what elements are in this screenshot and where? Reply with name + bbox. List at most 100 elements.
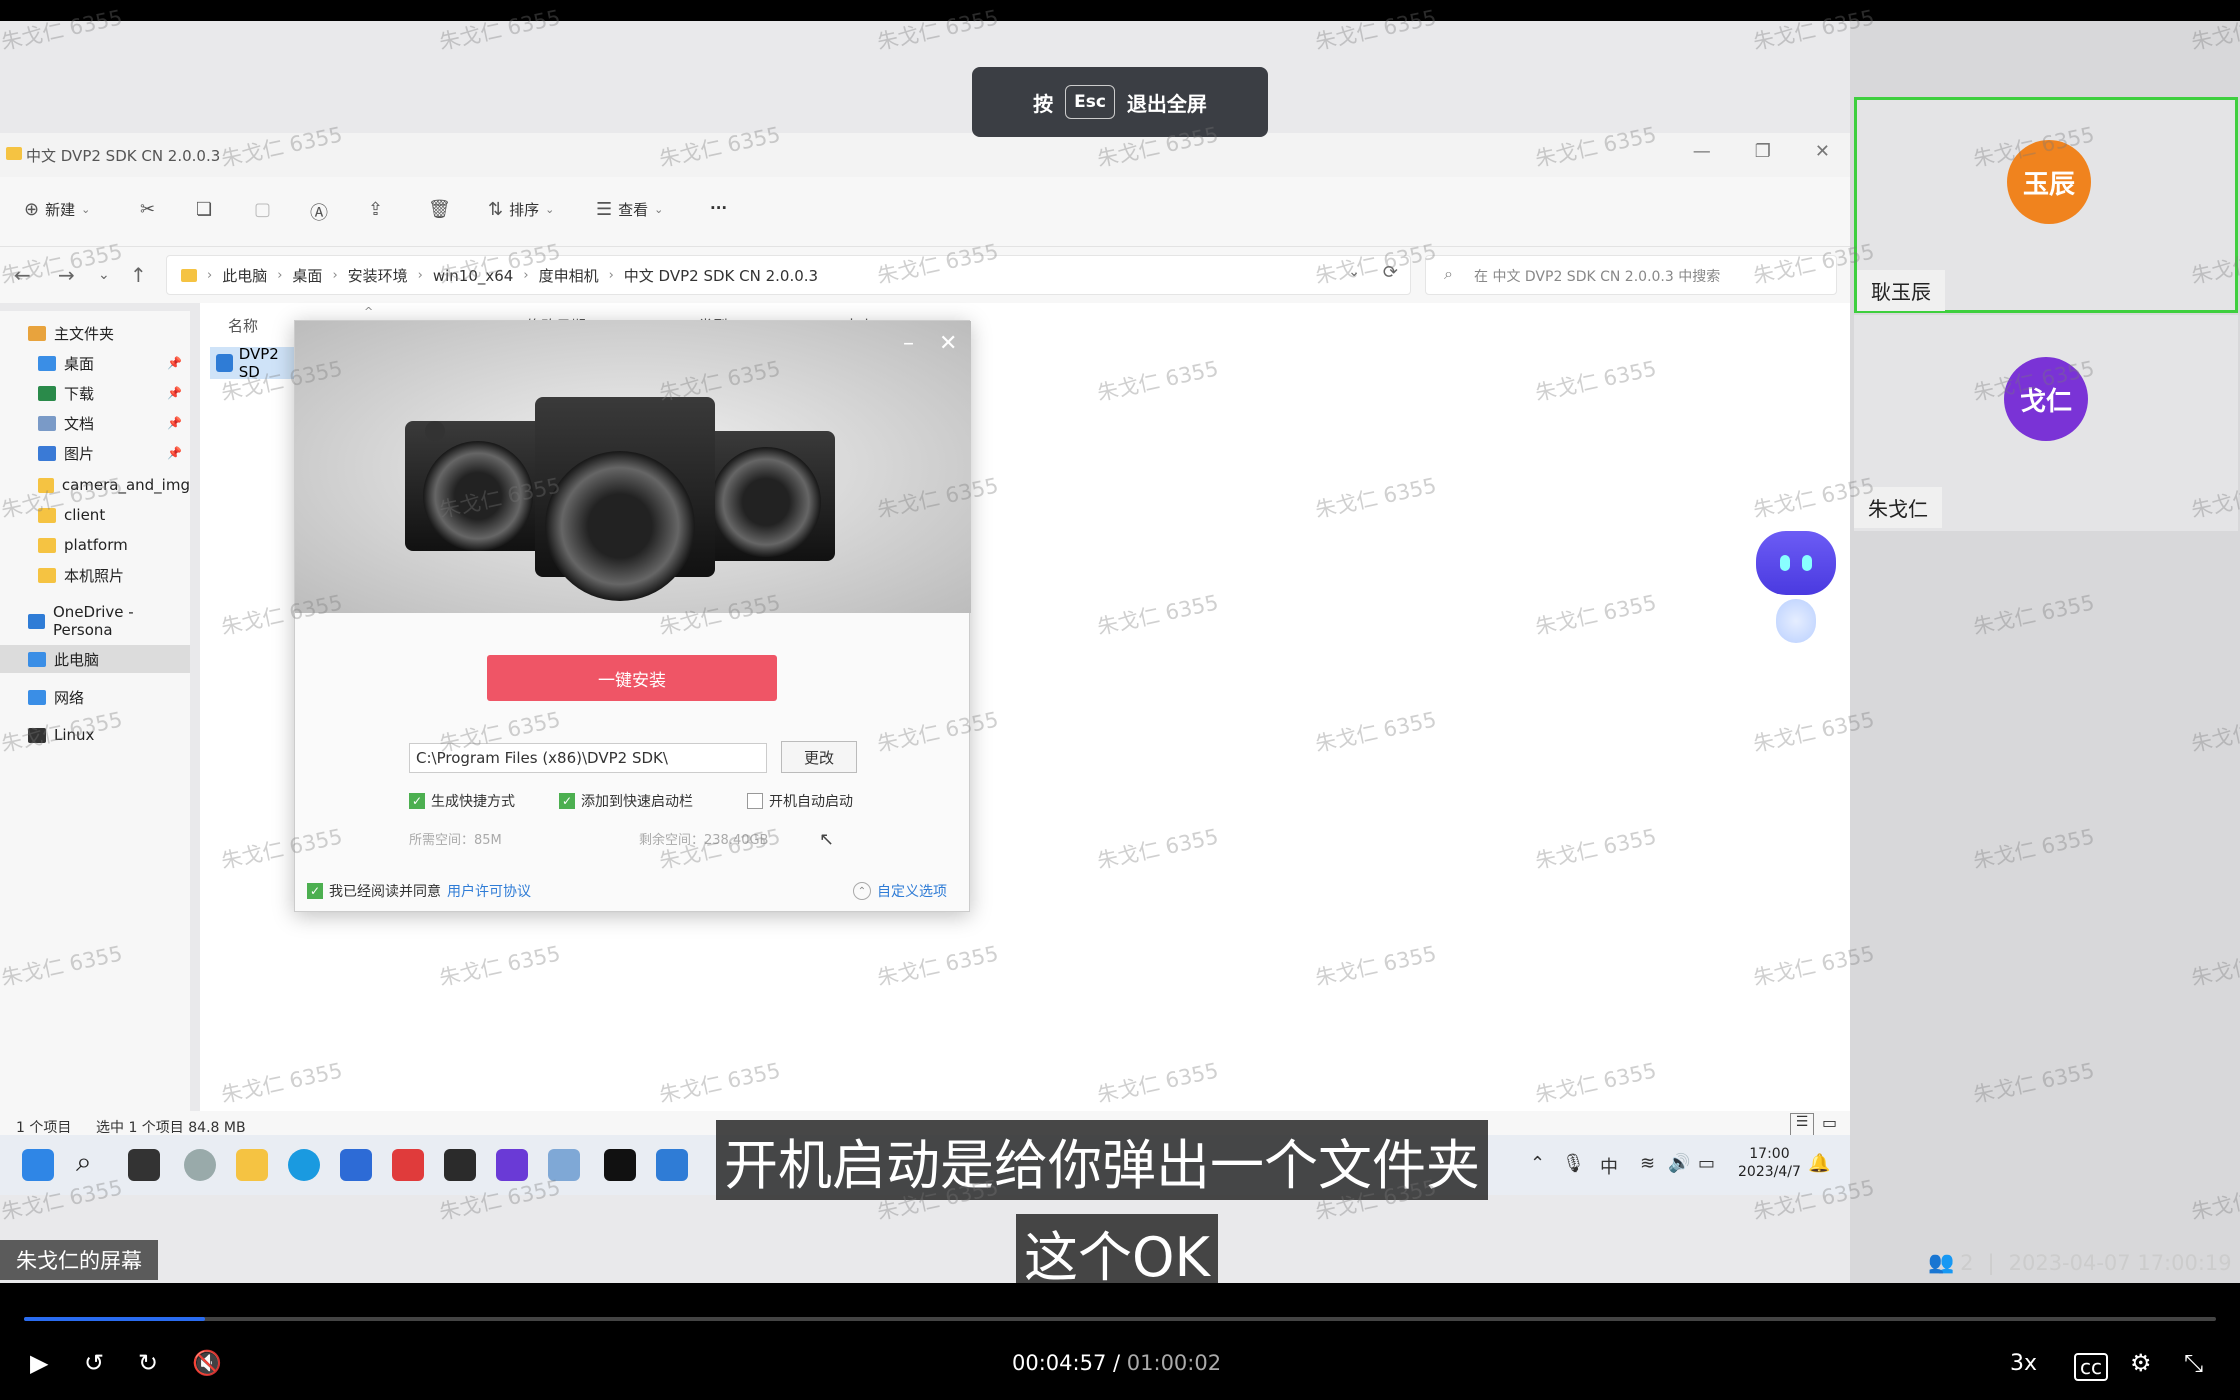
- close-icon[interactable]: ✕: [1815, 141, 1830, 162]
- forward-icon[interactable]: →: [58, 263, 75, 287]
- one-click-install-button[interactable]: 一键安装: [487, 655, 777, 701]
- item-count: 1 个项目: [16, 1120, 72, 1136]
- sidebar-item[interactable]: Linux: [0, 721, 190, 749]
- breadcrumb-item[interactable]: 桌面: [292, 265, 322, 286]
- sort-icon: ⇅: [488, 199, 504, 220]
- cut-button[interactable]: ✂: [140, 199, 155, 220]
- sidebar-item[interactable]: 主文件夹: [0, 319, 190, 347]
- clock[interactable]: 17:00 2023/4/7: [1738, 1145, 1801, 1181]
- participant-tile[interactable]: 玉辰 耿玉辰: [1854, 97, 2238, 313]
- quicklaunch-checkbox[interactable]: ✓ 添加到快速启动栏: [559, 791, 693, 811]
- sidebar-item[interactable]: 下载 📌: [0, 379, 190, 407]
- back-icon[interactable]: ←: [14, 263, 31, 287]
- participant-name: 耿玉辰: [1857, 270, 1945, 311]
- task-view-icon[interactable]: [128, 1149, 160, 1181]
- linux-icon: [28, 727, 46, 743]
- terminal-icon[interactable]: [444, 1149, 476, 1181]
- microphone-icon[interactable]: 🎙: [1562, 1153, 1585, 1174]
- breadcrumb-item[interactable]: 此电脑: [222, 265, 267, 286]
- breadcrumb-item[interactable]: 度申相机: [539, 265, 599, 286]
- mute-icon[interactable]: 🔇: [192, 1349, 222, 1377]
- settings-icon[interactable]: ⚙: [2130, 1349, 2152, 1377]
- details-view-icon[interactable]: ☰: [1790, 1113, 1814, 1137]
- sidebar-item[interactable]: client: [0, 501, 190, 529]
- sidebar-item-label: camera_and_img: [61, 476, 190, 494]
- clock-time: 17:00: [1749, 1146, 1790, 1162]
- sidebar-item[interactable]: OneDrive - Persona: [0, 603, 190, 639]
- shortcut-checkbox[interactable]: ✓ 生成快捷方式: [409, 791, 515, 811]
- chevron-down-icon[interactable]: ⌄: [1348, 264, 1360, 280]
- volume-icon[interactable]: 🔊: [1668, 1153, 1690, 1174]
- sidebar-item[interactable]: 网络: [0, 683, 190, 711]
- share-button[interactable]: ⇪: [368, 199, 383, 220]
- file-name: DVP2 SD: [238, 347, 279, 379]
- custom-options-button[interactable]: ⌃ 自定义选项: [853, 881, 947, 901]
- install-path-input[interactable]: [409, 743, 767, 773]
- license-link[interactable]: 用户许可协议: [447, 881, 531, 901]
- forward-15-icon[interactable]: ↻: [138, 1349, 158, 1377]
- autostart-checkbox[interactable]: 开机自动启动: [747, 791, 853, 811]
- view-button[interactable]: ☰ 查看 ⌄: [596, 199, 663, 220]
- tiles-view-icon[interactable]: ▭: [1822, 1113, 1837, 1132]
- minimize-icon[interactable]: —: [1693, 141, 1711, 162]
- play-icon[interactable]: ▶: [30, 1349, 48, 1377]
- up-icon[interactable]: ↑: [130, 263, 147, 287]
- windows-start-icon[interactable]: [22, 1149, 54, 1181]
- participant-tile[interactable]: 戈仁 朱戈仁: [1854, 315, 2238, 531]
- sort-button[interactable]: ⇅ 排序 ⌄: [488, 199, 554, 220]
- mail-icon[interactable]: [656, 1149, 688, 1181]
- refresh-icon[interactable]: ⟳: [1383, 262, 1398, 283]
- sidebar-item-label: Linux: [54, 726, 95, 744]
- wifi-icon[interactable]: ≋: [1640, 1153, 1655, 1174]
- wps-icon[interactable]: [392, 1149, 424, 1181]
- chevron-down-icon[interactable]: ⌄: [98, 267, 110, 283]
- rename-button[interactable]: Ⓐ: [310, 199, 328, 225]
- rewind-15-icon[interactable]: ↺: [84, 1349, 104, 1377]
- sidebar-item[interactable]: 此电脑: [0, 645, 190, 673]
- chrome-icon[interactable]: [184, 1149, 216, 1181]
- copy-button[interactable]: ❏: [196, 199, 212, 220]
- search-icon[interactable]: ⌕: [76, 1145, 108, 1178]
- column-name[interactable]: 名称: [228, 315, 258, 336]
- battery-icon[interactable]: ▭: [1698, 1153, 1715, 1174]
- breadcrumb-item[interactable]: win10_x64: [433, 267, 514, 285]
- robot-assistant-icon[interactable]: [1746, 521, 1846, 661]
- sidebar-item[interactable]: platform: [0, 531, 190, 559]
- sidebar-item[interactable]: camera_and_img: [0, 471, 190, 499]
- sidebar-item[interactable]: 桌面 📌: [0, 349, 190, 377]
- search-box[interactable]: ⌕ 在 中文 DVP2 SDK CN 2.0.0.3 中搜索: [1425, 255, 1837, 295]
- store-icon[interactable]: [340, 1149, 372, 1181]
- ime-indicator[interactable]: 中: [1600, 1153, 1618, 1179]
- sidebar-item[interactable]: 图片 📌: [0, 439, 190, 467]
- progress-bar[interactable]: [24, 1317, 2216, 1321]
- maximize-icon[interactable]: ❐: [1755, 141, 1771, 162]
- delete-button[interactable]: 🗑: [428, 199, 451, 220]
- chevron-up-icon[interactable]: ⌃: [1530, 1153, 1545, 1174]
- notification-icon[interactable]: 🔔: [1808, 1153, 1830, 1174]
- captions-icon[interactable]: cc: [2074, 1353, 2108, 1381]
- file-explorer-icon[interactable]: [236, 1149, 268, 1181]
- table-row[interactable]: DVP2 SD: [210, 347, 300, 379]
- playback-speed-button[interactable]: 3x: [2010, 1351, 2037, 1376]
- edge-icon[interactable]: [288, 1149, 320, 1181]
- cloud-icon: [28, 613, 45, 629]
- agreement-checkbox[interactable]: ✓ 我已经阅读并同意 用户许可协议: [307, 881, 531, 901]
- vs-icon[interactable]: [496, 1149, 528, 1181]
- change-path-button[interactable]: 更改: [781, 741, 857, 773]
- paste-button[interactable]: ▢: [254, 199, 271, 220]
- breadcrumb-item[interactable]: 安装环境: [348, 265, 408, 286]
- sidebar-item[interactable]: 本机照片: [0, 561, 190, 589]
- sidebar-item[interactable]: 文档 📌: [0, 409, 190, 437]
- folder-icon: [38, 477, 54, 493]
- close-icon[interactable]: ✕: [939, 331, 957, 356]
- minimize-icon[interactable]: –: [903, 331, 914, 356]
- sidebar-item-label: 桌面: [64, 354, 95, 373]
- more-button[interactable]: ···: [710, 199, 727, 217]
- new-button[interactable]: ⊕ 新建 ⌄: [24, 199, 90, 220]
- exit-fullscreen-icon[interactable]: ⤡: [2184, 1349, 2203, 1377]
- photos-icon[interactable]: [548, 1149, 580, 1181]
- address-bar[interactable]: › 此电脑 › 桌面 › 安装环境 › win10_x64 › 度申相机 › 中文 DVP…: [166, 255, 1411, 295]
- breadcrumb-item[interactable]: 中文 DVP2 SDK CN 2.0.0.3: [624, 265, 818, 286]
- app-icon[interactable]: [604, 1149, 636, 1181]
- sidebar-item-label: 主文件夹: [54, 324, 115, 343]
